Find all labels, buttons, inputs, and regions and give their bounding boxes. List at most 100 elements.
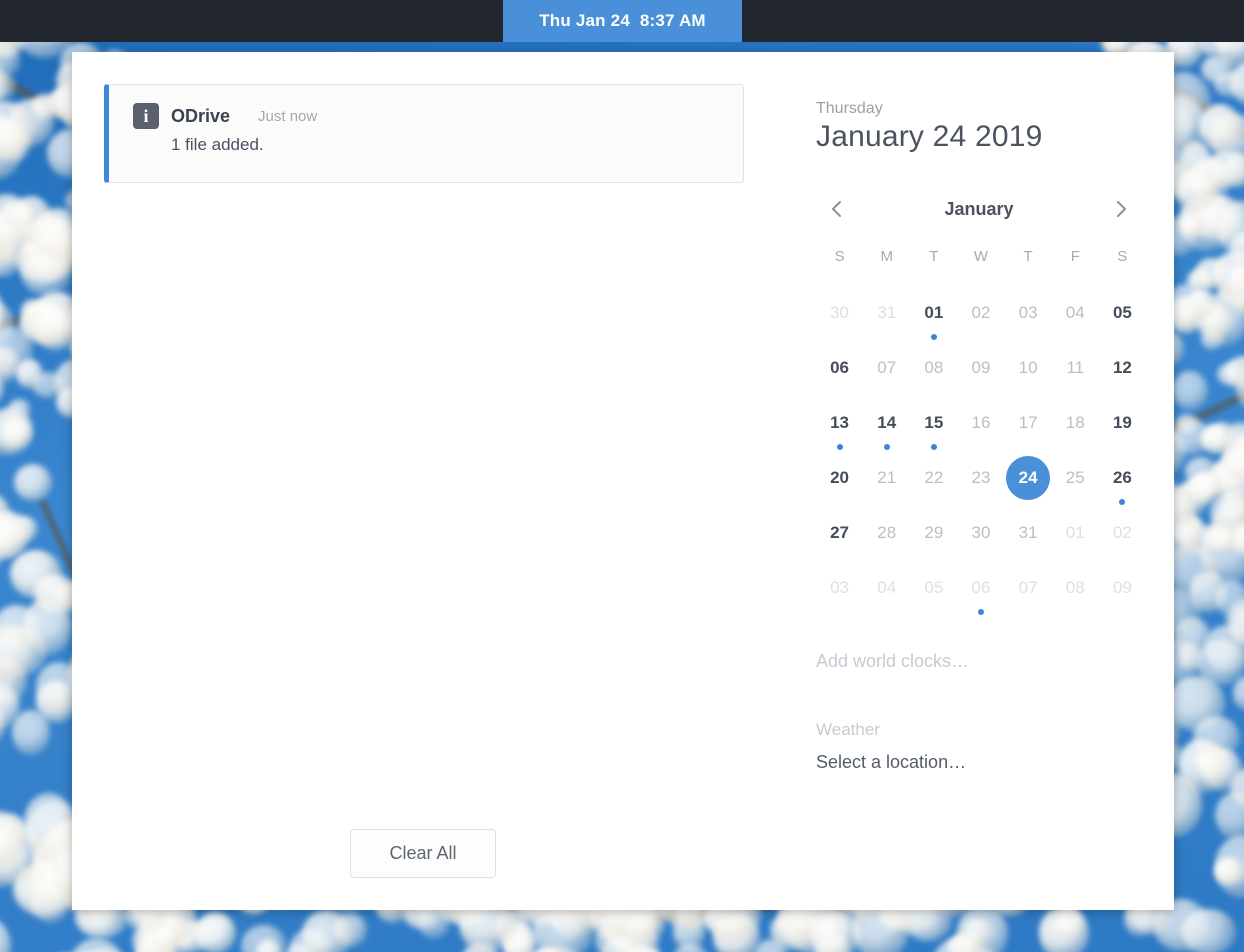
notification-timestamp: Just now — [258, 108, 317, 125]
next-month-button[interactable] — [1104, 192, 1138, 226]
calendar-day-number: 30 — [959, 511, 1003, 555]
calendar-day-24[interactable]: 24 — [1005, 456, 1052, 511]
calendar-day-06[interactable]: 06 — [957, 566, 1004, 621]
calendar-day-23[interactable]: 23 — [957, 456, 1004, 511]
notification-header: i ODrive Just now — [133, 103, 727, 129]
calendar-day-03[interactable]: 03 — [816, 566, 863, 621]
calendar-day-15[interactable]: 15 — [910, 401, 957, 456]
calendar-day-number: 08 — [1053, 566, 1097, 610]
calendar-day-number: 12 — [1100, 346, 1144, 390]
calendar-day-26[interactable]: 26 — [1099, 456, 1146, 511]
calendar-day-number: 04 — [865, 566, 909, 610]
calendar-day-number: 09 — [959, 346, 1003, 390]
calendar-pane: Thursday January 24 2019 January SMTWTFS — [774, 52, 1174, 910]
calendar-day-20[interactable]: 20 — [816, 456, 863, 511]
calendar-day-06[interactable]: 06 — [816, 346, 863, 401]
top-panel: Thu Jan 24 8:37 AM — [0, 0, 1244, 42]
calendar-day-21[interactable]: 21 — [863, 456, 910, 511]
calendar-navigation: January — [816, 192, 1146, 226]
message-tray-popover: i ODrive Just now 1 file added. Clear Al… — [72, 52, 1174, 910]
notification-app-name: ODrive — [171, 106, 230, 127]
clock-menu-button[interactable]: Thu Jan 24 8:37 AM — [503, 0, 742, 42]
calendar-day-09[interactable]: 09 — [1099, 566, 1146, 621]
calendar-day-08[interactable]: 08 — [1052, 566, 1099, 621]
calendar-day-02[interactable]: 02 — [1099, 511, 1146, 566]
calendar-day-18[interactable]: 18 — [1052, 401, 1099, 456]
calendar-day-10[interactable]: 10 — [1005, 346, 1052, 401]
calendar-day-number: 01 — [1053, 511, 1097, 555]
calendar-day-header-4: T — [1005, 248, 1052, 291]
calendar-day-07[interactable]: 07 — [863, 346, 910, 401]
calendar-day-number: 07 — [1006, 566, 1050, 610]
calendar-event-dot — [978, 609, 984, 615]
calendar-event-dot — [931, 334, 937, 340]
calendar-day-header-5: F — [1052, 248, 1099, 291]
calendar-day-13[interactable]: 13 — [816, 401, 863, 456]
calendar-day-number: 29 — [912, 511, 956, 555]
calendar-day-number: 11 — [1053, 346, 1097, 390]
calendar-day-14[interactable]: 14 — [863, 401, 910, 456]
calendar-day-29[interactable]: 29 — [910, 511, 957, 566]
chevron-right-icon — [1111, 199, 1131, 219]
calendar-day-25[interactable]: 25 — [1052, 456, 1099, 511]
calendar-day-number: 07 — [865, 346, 909, 390]
calendar-day-header-0: S — [816, 248, 863, 291]
calendar-day-08[interactable]: 08 — [910, 346, 957, 401]
calendar-day-19[interactable]: 19 — [1099, 401, 1146, 456]
calendar-day-number: 02 — [959, 291, 1003, 335]
weather-section: Weather Select a location… — [816, 720, 1146, 773]
previous-month-button[interactable] — [820, 192, 854, 226]
calendar-day-07[interactable]: 07 — [1005, 566, 1052, 621]
calendar-day-number: 18 — [1053, 401, 1097, 445]
calendar-event-dot — [884, 444, 890, 450]
calendar-day-number: 20 — [818, 456, 862, 500]
calendar-day-number: 04 — [1053, 291, 1097, 335]
calendar-day-number: 06 — [959, 566, 1003, 610]
calendar-day-05[interactable]: 05 — [910, 566, 957, 621]
add-world-clocks-button[interactable]: Add world clocks… — [816, 651, 1146, 672]
notification-item[interactable]: i ODrive Just now 1 file added. — [104, 84, 744, 183]
calendar-day-12[interactable]: 12 — [1099, 346, 1146, 401]
clear-all-button[interactable]: Clear All — [350, 829, 495, 878]
calendar-day-05[interactable]: 05 — [1099, 291, 1146, 346]
calendar-day-28[interactable]: 28 — [863, 511, 910, 566]
calendar-day-header-1: M — [863, 248, 910, 291]
calendar-event-dot — [837, 444, 843, 450]
calendar-day-number: 14 — [865, 401, 909, 445]
calendar-day-27[interactable]: 27 — [816, 511, 863, 566]
calendar-day-22[interactable]: 22 — [910, 456, 957, 511]
calendar-day-11[interactable]: 11 — [1052, 346, 1099, 401]
calendar-month-label: January — [944, 199, 1013, 220]
calendar-full-date: January 24 2019 — [816, 120, 1146, 154]
calendar-day-header-6: S — [1099, 248, 1146, 291]
info-icon: i — [133, 103, 159, 129]
calendar-grid: S M T W T F S 30 31 01 02 03 04 05 06 07 08 09 10 11 12 13 14 1… — [816, 248, 1146, 621]
calendar-day-number: 09 — [1100, 566, 1144, 610]
calendar-day-16[interactable]: 16 — [957, 401, 1004, 456]
calendar-day-04[interactable]: 04 — [863, 566, 910, 621]
calendar-day-number: 03 — [818, 566, 862, 610]
calendar-day-number: 16 — [959, 401, 1003, 445]
calendar-day-01[interactable]: 01 — [1052, 511, 1099, 566]
calendar-weekday-label: Thursday — [816, 100, 1146, 118]
calendar-day-04[interactable]: 04 — [1052, 291, 1099, 346]
calendar-event-dot — [931, 444, 937, 450]
calendar-day-number: 27 — [818, 511, 862, 555]
calendar-day-30[interactable]: 30 — [816, 291, 863, 346]
calendar-day-number: 06 — [818, 346, 862, 390]
calendar-day-31[interactable]: 31 — [1005, 511, 1052, 566]
calendar-day-02[interactable]: 02 — [957, 291, 1004, 346]
calendar-day-number: 05 — [1100, 291, 1144, 335]
calendar-day-number: 15 — [912, 401, 956, 445]
calendar-event-dot — [1119, 499, 1125, 505]
calendar-day-03[interactable]: 03 — [1005, 291, 1052, 346]
calendar-day-number: 26 — [1100, 456, 1144, 500]
notification-list: i ODrive Just now 1 file added. — [72, 84, 774, 183]
calendar-day-09[interactable]: 09 — [957, 346, 1004, 401]
calendar-day-01[interactable]: 01 — [910, 291, 957, 346]
weather-select-location-button[interactable]: Select a location… — [816, 752, 1146, 773]
calendar-day-17[interactable]: 17 — [1005, 401, 1052, 456]
calendar-day-31[interactable]: 31 — [863, 291, 910, 346]
calendar-day-30[interactable]: 30 — [957, 511, 1004, 566]
calendar-day-number: 22 — [912, 456, 956, 500]
